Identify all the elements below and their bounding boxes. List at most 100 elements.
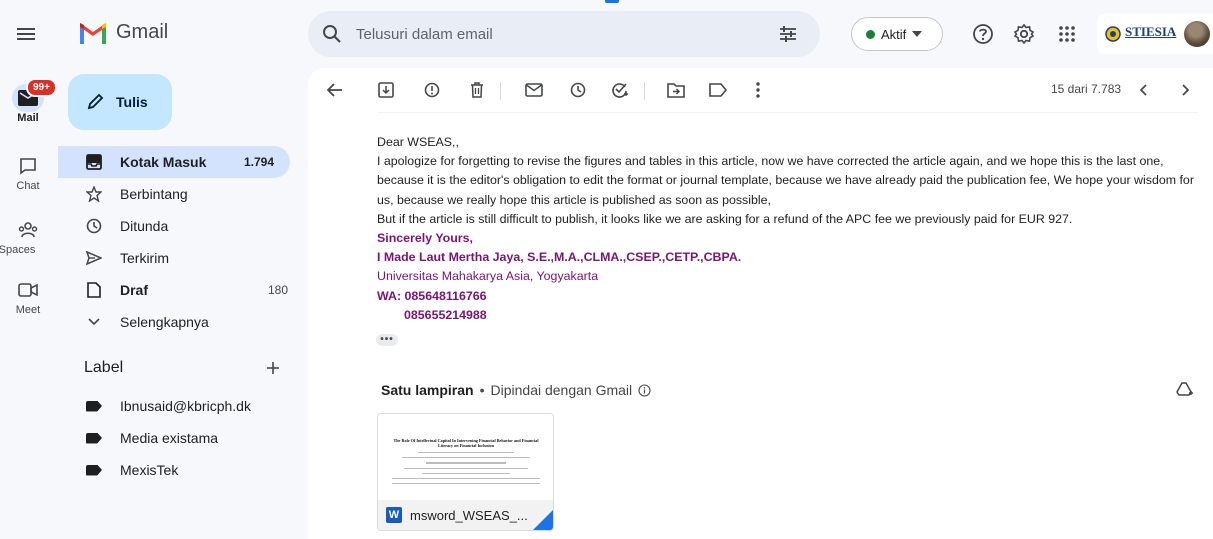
settings-button[interactable] [1010,20,1038,48]
archive-icon [378,82,394,98]
nav-item-more[interactable]: Selengkapnya [58,306,304,338]
label-item[interactable]: Media existama [58,422,304,454]
toolbar-divider [500,82,501,100]
rail-mail-icon-wrap: 99+ [12,78,57,112]
preview-line [422,472,510,474]
org-logo: STIESIA [1125,24,1176,45]
move-to-button[interactable] [664,78,688,102]
search-input[interactable] [356,25,736,43]
account-button[interactable]: STIESIA [1097,14,1213,54]
report-spam-button[interactable] [420,78,444,102]
top-indicator [605,0,619,3]
main-menu-button[interactable] [8,16,44,52]
nav-item-label: Terkirim [120,250,169,266]
gmail-logo[interactable]: Gmail [78,21,168,44]
label-item[interactable]: Ibnusaid@kbricph.dk [58,390,304,422]
nav-item-drafts[interactable]: Draf 180 [58,274,304,306]
plus-icon[interactable] [266,361,280,375]
status-dropdown[interactable]: Aktif [851,17,943,51]
signature-phone: WA: 085648116766 [377,288,487,303]
preview-title: The Role Of Intellectual Capital In Inte… [393,438,539,448]
back-button[interactable] [323,78,347,102]
message-body: Dear WSEAS,, I apologize for forgetting … [377,133,1207,325]
compose-button[interactable]: Tulis [68,74,172,130]
snooze-button[interactable] [566,78,590,102]
more-options-button[interactable] [746,78,770,102]
more-vert-icon [756,82,760,98]
preview-line [426,462,506,464]
add-task-icon [612,83,628,98]
unread-badge: 99+ [26,78,57,97]
add-task-button[interactable] [608,78,632,102]
label-tag-icon [86,432,102,444]
paragraph: I apologize for forgetting to revise the… [377,154,1194,207]
nav-item-count: 1.794 [243,155,274,169]
info-icon[interactable] [638,383,651,397]
show-trimmed-content-button[interactable]: ••• [376,334,398,346]
gmail-m-icon [80,22,106,44]
rail-spaces[interactable]: Spaces [0,216,56,256]
help-button[interactable] [969,20,997,48]
attachment-footer: W msword_WSEAS_... [378,500,553,530]
nav-item-sent[interactable]: Terkirim [58,242,304,274]
message-toolbar: 15 dari 7.783 [308,68,1213,112]
nav-item-label: Ditunda [120,218,169,234]
nav-item-inbox[interactable]: Kotak Masuk 1.794 [58,146,290,178]
nav-item-snoozed[interactable]: Ditunda [58,210,304,242]
avatar[interactable] [1184,21,1211,47]
nav-item-label: Berbintang [120,186,188,202]
trash-icon [471,82,483,98]
search-options-icon[interactable] [778,24,798,44]
preview-line [418,452,514,454]
clock-icon [570,82,586,98]
preview-line [392,483,540,485]
delete-button[interactable] [465,78,489,102]
hamburger-icon [17,28,35,40]
rail-chat[interactable]: Chat [0,152,56,192]
signature-org: Universitas Mahakarya Asia, Yogyakarta [377,269,599,284]
preview-line [403,467,529,469]
label-name: Media existama [120,430,219,446]
chat-icon [20,158,36,175]
add-to-drive-icon [1176,382,1193,396]
add-to-drive-button[interactable] [1176,382,1194,398]
top-bar: Gmail Aktif [0,0,1213,68]
separator: • [479,382,485,398]
newer-button[interactable] [1131,78,1155,102]
search-icon[interactable] [322,24,342,44]
toolbar-divider [644,82,645,100]
apps-button[interactable] [1053,20,1081,48]
org-subtitle [1125,40,1176,45]
status-label: Aktif [881,26,907,42]
alert-icon [424,82,440,98]
pencil-icon [87,93,104,110]
rail-meet[interactable]: Meet [0,276,56,316]
nav-item-label: Selengkapnya [120,314,209,330]
apps-grid-icon [1059,26,1075,42]
document-preview: The Role Of Intellectual Capital In Inte… [386,422,546,500]
label-button[interactable] [706,78,730,102]
older-button[interactable] [1174,78,1198,102]
search-bar[interactable] [308,11,820,57]
nav-item-starred[interactable]: Berbintang [58,178,304,210]
paragraph: But if the article is still difficult to… [377,211,1073,226]
message-panel: 15 dari 7.783 Dear WSEAS,, I apologize f… [308,68,1213,539]
rail-meet-label: Meet [15,304,41,316]
signature-phone: 085655214988 [404,307,487,322]
preview-line [392,477,540,480]
app-name: Gmail [116,21,169,43]
nav-item-label: Draf [120,282,149,298]
attachment-card[interactable]: The Role Of Intellectual Capital In Inte… [377,413,554,531]
compose-label: Tulis [116,94,148,110]
gear-icon [1013,23,1035,45]
label-item[interactable]: MexisTek [58,454,304,486]
label-name: MexisTek [120,462,179,478]
signature-name: I Made Laut Mertha Jaya, S.E.,M.A.,CLMA.… [377,250,742,265]
rail-mail[interactable]: 99+ Mail [0,78,57,124]
labels-heading: Label [84,359,124,376]
org-name: STIESIA [1125,23,1177,39]
archive-button[interactable] [374,78,398,102]
mark-unread-button[interactable] [522,78,546,102]
spaces-icon [18,222,38,238]
rail-meet-icon-wrap [12,276,44,304]
